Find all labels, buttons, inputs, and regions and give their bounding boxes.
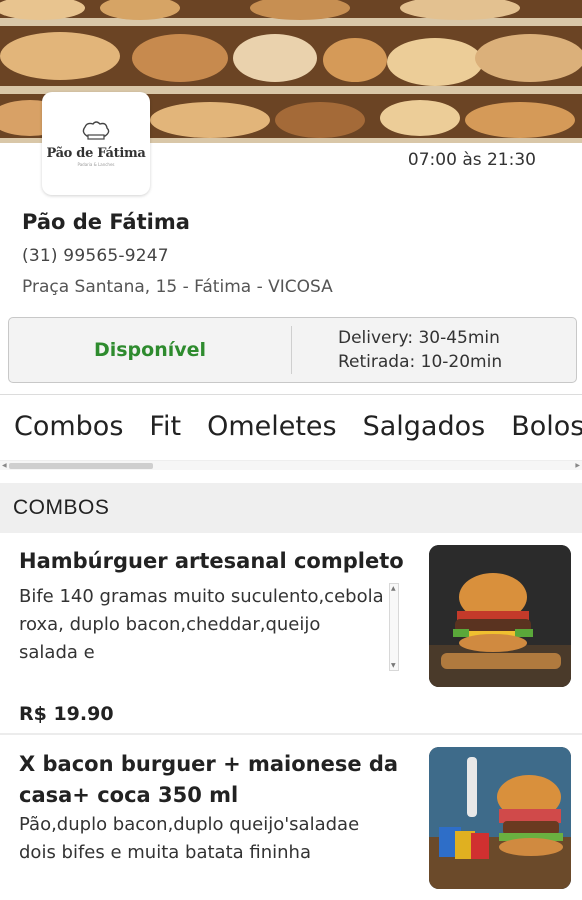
tab-bolos[interactable]: Bolos [511, 411, 582, 442]
store-phone[interactable]: (31) 99565-9247 [22, 246, 169, 266]
scroll-right-icon[interactable]: ▶ [575, 462, 580, 469]
tab-fit[interactable]: Fit [149, 411, 181, 442]
store-address: Praça Santana, 15 - Fátima - VICOSA [22, 277, 333, 297]
menu-item[interactable]: X bacon burguer + maionese da casa+ coca… [0, 737, 582, 900]
burger-photo[interactable] [429, 545, 571, 687]
section-header: COMBOS [0, 483, 582, 533]
description-scrollbar[interactable]: ▲ ▼ [389, 583, 399, 671]
chef-hat-icon [82, 121, 110, 140]
logo-subtext: Padaria & Lanches [77, 162, 115, 167]
section-title: COMBOS [13, 496, 110, 519]
item-title: Hambúrguer artesanal completo [19, 549, 404, 573]
scroll-left-icon[interactable]: ◀ [2, 462, 7, 469]
item-title: X bacon burguer + maionese da casa+ coca… [19, 752, 399, 807]
menu-item[interactable]: Hambúrguer artesanal completo Bife 140 g… [0, 533, 582, 735]
category-tabs: Combos Fit Omeletes Salgados Bolos [0, 394, 582, 470]
category-scrollbar[interactable]: ◀ ▶ [0, 460, 582, 470]
opening-hours: 07:00 às 21:30 [407, 150, 536, 170]
scrollbar-thumb[interactable] [9, 463, 153, 469]
scroll-up-icon[interactable]: ▲ [391, 585, 396, 592]
pickup-time: Retirada: 10-20min [338, 352, 503, 372]
item-description: Bife 140 gramas muito suculento,cebola r… [19, 586, 384, 663]
availability-section: Disponível [9, 326, 292, 374]
tab-omeletes[interactable]: Omeletes [207, 411, 337, 442]
store-status-box: Disponível Delivery: 30-45min Retirada: … [8, 317, 577, 383]
tab-salgados[interactable]: Salgados [363, 411, 486, 442]
tab-combos[interactable]: Combos [14, 411, 123, 442]
scroll-down-icon[interactable]: ▼ [391, 662, 396, 669]
delivery-times: Delivery: 30-45min Retirada: 10-20min [292, 318, 576, 382]
availability-status: Disponível [93, 339, 207, 361]
delivery-time: Delivery: 30-45min [338, 328, 500, 348]
item-description: Pão,duplo bacon,duplo queijo'saladae doi… [19, 814, 360, 863]
store-name: Pão de Fátima [22, 210, 190, 234]
item-price: R$ 19.90 [19, 703, 114, 725]
burger-combo-photo[interactable] [429, 747, 571, 889]
logo-text: Pão de Fátima [46, 146, 146, 161]
store-logo: Pão de Fátima Padaria & Lanches [42, 92, 150, 195]
